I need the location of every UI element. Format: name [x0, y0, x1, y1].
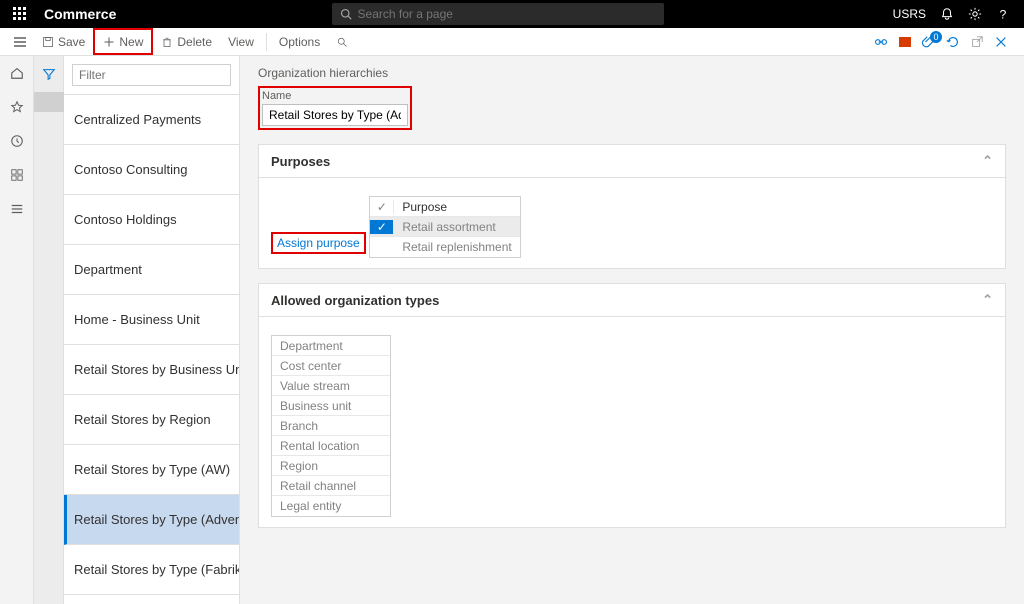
name-input[interactable]: [262, 104, 408, 126]
orgtype-cell: Region: [272, 459, 390, 473]
purposes-title: Purposes: [271, 154, 330, 169]
filter-icon[interactable]: [37, 62, 61, 86]
orgtypes-grid: Department Cost center Value stream Busines…: [271, 335, 391, 517]
app-bar: Commerce USRS ?: [0, 0, 1024, 28]
list-item[interactable]: Contoso Consulting: [64, 145, 239, 195]
purposes-grid: ✓ Purpose ✓Retail assortment Retail reple…: [369, 196, 520, 258]
gear-icon[interactable]: [968, 7, 982, 21]
table-row[interactable]: Cost center: [272, 356, 390, 376]
purposes-panel: Purposes ⌃ Assign purpose ✓ Purpose ✓Ret…: [258, 144, 1006, 269]
chevron-up-icon: ⌃: [982, 153, 993, 169]
link-icon[interactable]: [874, 35, 888, 49]
save-button[interactable]: Save: [34, 28, 93, 55]
home-icon[interactable]: [6, 62, 28, 84]
list-item[interactable]: Contoso Holdings: [64, 195, 239, 245]
table-row[interactable]: Department: [272, 336, 390, 356]
plus-icon: [103, 36, 115, 48]
hamburger-icon[interactable]: [6, 35, 34, 49]
main-area: Centralized PaymentsContoso ConsultingCo…: [0, 56, 1024, 604]
list-item[interactable]: Retail Stores by Business Unit: [64, 345, 239, 395]
purpose-cell: Retail replenishment: [394, 240, 519, 254]
recent-icon[interactable]: [6, 130, 28, 152]
orgtype-cell: Business unit: [272, 399, 390, 413]
save-label: Save: [58, 35, 85, 49]
search-icon: [336, 36, 348, 48]
refresh-icon[interactable]: [946, 35, 960, 49]
table-row[interactable]: Legal entity: [272, 496, 390, 516]
modules-icon[interactable]: [6, 198, 28, 220]
favorite-icon[interactable]: [6, 96, 28, 118]
check-header[interactable]: ✓: [370, 200, 394, 214]
check-cell[interactable]: ✓: [370, 220, 394, 234]
name-field-group: Name: [258, 86, 412, 130]
bell-icon[interactable]: [940, 7, 954, 21]
command-bar: Save New Delete View Options: [0, 28, 1024, 56]
orgtype-cell: Retail channel: [272, 479, 390, 493]
list-item[interactable]: Home - Business Unit: [64, 295, 239, 345]
new-label: New: [119, 35, 143, 49]
table-row[interactable]: Rental location: [272, 436, 390, 456]
list-item[interactable]: Department: [64, 245, 239, 295]
nav-column: [34, 56, 64, 604]
purpose-cell: Retail assortment: [394, 220, 519, 234]
list-item[interactable]: Retail Stores by Type (Fabrik...: [64, 545, 239, 595]
trash-icon: [161, 36, 173, 48]
orgtypes-title: Allowed organization types: [271, 293, 439, 308]
save-icon: [42, 36, 54, 48]
orgtypes-panel: Allowed organization types ⌃ Department C…: [258, 283, 1006, 528]
popout-icon[interactable]: [970, 35, 984, 49]
list-pane: Centralized PaymentsContoso ConsultingCo…: [64, 56, 240, 604]
office-icon[interactable]: [898, 35, 912, 49]
nav-rail: [0, 56, 34, 604]
new-button[interactable]: New: [93, 28, 153, 55]
orgtype-cell: Cost center: [272, 359, 390, 373]
view-label: View: [228, 35, 254, 49]
options-label: Options: [279, 35, 320, 49]
purpose-header: Purpose: [394, 200, 519, 214]
delete-label: Delete: [177, 35, 212, 49]
table-row[interactable]: ✓Retail assortment: [370, 217, 519, 237]
waffle-icon[interactable]: [0, 7, 40, 21]
list-item[interactable]: Retail Stores by Type (AW): [64, 445, 239, 495]
list-filter-input[interactable]: [72, 64, 231, 86]
orgtype-cell: Legal entity: [272, 499, 390, 513]
orgtype-cell: Branch: [272, 419, 390, 433]
table-row[interactable]: Branch: [272, 416, 390, 436]
workspace-icon[interactable]: [6, 164, 28, 186]
assign-purpose-link[interactable]: Assign purpose: [271, 232, 366, 254]
breadcrumb: Organization hierarchies: [258, 66, 1006, 80]
svg-text:?: ?: [1000, 7, 1007, 21]
table-row[interactable]: Retail channel: [272, 476, 390, 496]
view-button[interactable]: View: [220, 28, 262, 55]
table-row[interactable]: Value stream: [272, 376, 390, 396]
delete-button[interactable]: Delete: [153, 28, 220, 55]
global-search-input[interactable]: [358, 7, 656, 21]
app-brand: Commerce: [40, 6, 116, 22]
list-item[interactable]: Retail Stores by Type (Advent: [64, 495, 239, 545]
table-row[interactable]: Region: [272, 456, 390, 476]
orgtypes-header[interactable]: Allowed organization types ⌃: [259, 284, 1005, 317]
search-icon: [340, 8, 352, 20]
attachments-icon[interactable]: [922, 35, 936, 49]
chevron-up-icon: ⌃: [982, 292, 993, 308]
help-icon[interactable]: ?: [996, 7, 1010, 21]
list-item[interactable]: Centralized Payments: [64, 95, 239, 145]
orgtype-cell: Rental location: [272, 439, 390, 453]
user-label[interactable]: USRS: [893, 7, 926, 21]
search-button[interactable]: [328, 28, 356, 55]
nav-active-indicator: [34, 92, 64, 112]
detail-content: Organization hierarchies Name Purposes ⌃…: [240, 56, 1024, 604]
table-row[interactable]: Retail replenishment: [370, 237, 519, 257]
list-item[interactable]: Retail Stores by Region: [64, 395, 239, 445]
table-row[interactable]: Business unit: [272, 396, 390, 416]
options-button[interactable]: Options: [271, 28, 328, 55]
orgtype-cell: Value stream: [272, 379, 390, 393]
purposes-header[interactable]: Purposes ⌃: [259, 145, 1005, 178]
orgtype-cell: Department: [272, 339, 390, 353]
close-icon[interactable]: [994, 35, 1008, 49]
global-search[interactable]: [332, 3, 664, 25]
name-label: Name: [262, 90, 408, 102]
